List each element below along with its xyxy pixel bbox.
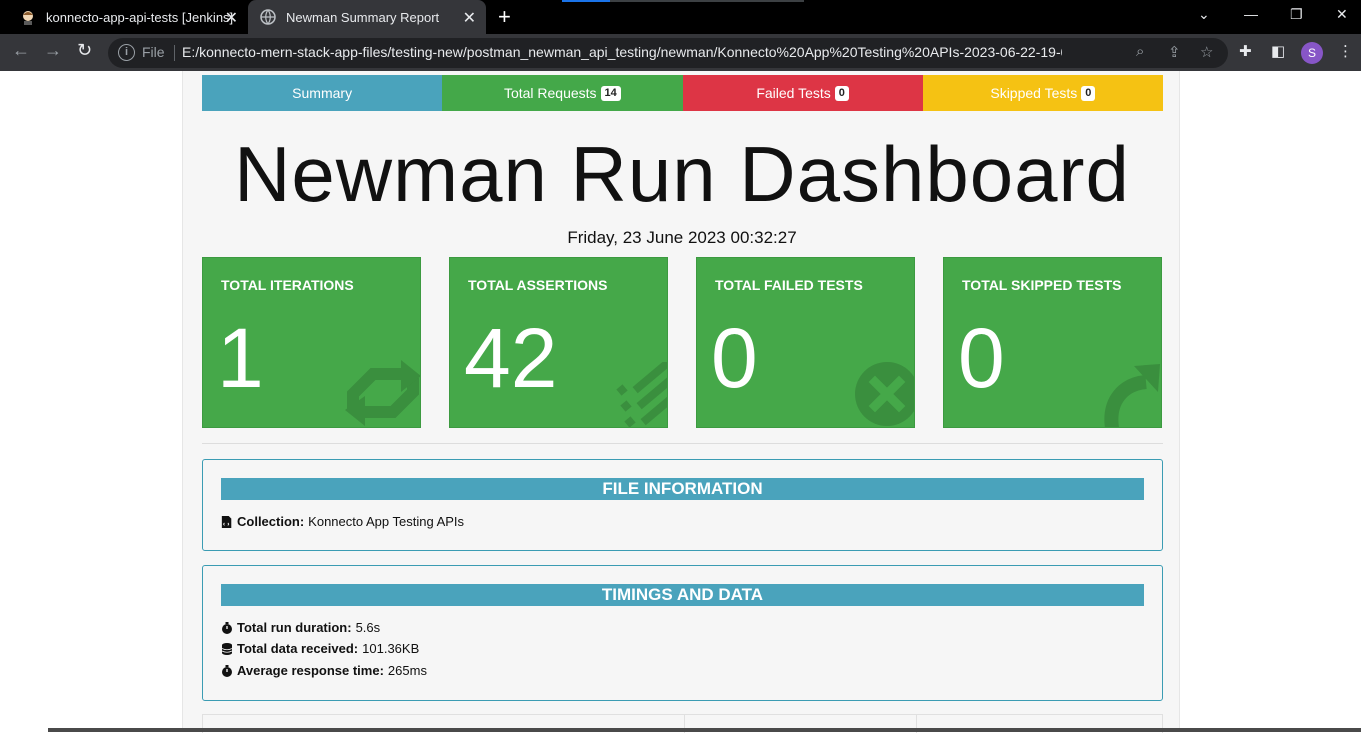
- url-scheme: File: [142, 44, 165, 60]
- reload-button[interactable]: ↻: [77, 40, 92, 61]
- menu-icon[interactable]: ⋮: [1338, 42, 1353, 60]
- url-text[interactable]: E:/konnecto-mern-stack-app-files/testing…: [182, 44, 1062, 60]
- timing-label: Total run duration:: [237, 620, 352, 635]
- close-tab-icon[interactable]: ✕: [225, 8, 238, 28]
- zoom-icon[interactable]: ⌕: [1136, 43, 1144, 60]
- close-tab-icon[interactable]: ✕: [463, 8, 476, 28]
- collection-label: Collection:: [237, 514, 305, 529]
- tab-total-requests-label: Total Requests: [503, 85, 597, 101]
- tab-failed-tests[interactable]: Failed Tests 0: [682, 75, 923, 111]
- timing-value: 5.6s: [355, 620, 381, 635]
- tab-divider: [610, 0, 804, 2]
- back-button[interactable]: ←: [12, 40, 30, 61]
- run-date: Friday, 23 June 2023 00:32:27: [567, 228, 797, 247]
- timing-value: 101.36KB: [362, 641, 420, 656]
- tab-failed-tests-label: Failed Tests: [756, 85, 831, 101]
- card-label: TOTAL SKIPPED TESTS: [962, 277, 1122, 293]
- times-circle-icon: [855, 362, 914, 426]
- list-icon: [616, 362, 667, 427]
- file-information-title: FILE INFORMATION: [221, 478, 1144, 500]
- jenkins-icon: [23, 11, 33, 25]
- card-value: 42: [464, 311, 558, 405]
- card-value: 0: [711, 311, 758, 405]
- globe-icon: [260, 9, 276, 25]
- card-total-failed-tests: TOTAL FAILED TESTS 0: [696, 257, 915, 428]
- address-bar[interactable]: i File E:/konnecto-mern-stack-app-files/…: [108, 38, 1228, 68]
- timing-row: Total data received: 101.36KB: [221, 641, 419, 656]
- timing-row: Average response time: 265ms: [221, 663, 427, 678]
- collection-value: Konnecto App Testing APIs: [308, 514, 465, 529]
- omnibox-separator: [174, 45, 175, 61]
- report-container: Summary Total Requests 14 Failed Tests 0…: [182, 71, 1180, 733]
- card-label: TOTAL ITERATIONS: [221, 277, 354, 293]
- tab-summary[interactable]: Summary: [202, 75, 443, 111]
- failed-tests-badge: 0: [834, 85, 849, 101]
- page-title: Newman Run Dashboard: [234, 130, 1130, 218]
- stopwatch-icon: [222, 664, 232, 677]
- file-code-icon: [221, 515, 232, 528]
- report-nav: Summary Total Requests 14 Failed Tests 0…: [202, 75, 1163, 111]
- card-total-iterations: TOTAL ITERATIONS 1: [202, 257, 421, 428]
- database-icon: [221, 642, 233, 655]
- card-label: TOTAL FAILED TESTS: [715, 277, 863, 293]
- section-divider: [202, 443, 1163, 444]
- forward-button[interactable]: →: [44, 40, 62, 61]
- profile-avatar[interactable]: S: [1301, 42, 1323, 64]
- tab-jenkins[interactable]: konnecto-app-api-tests [Jenkins] ✕: [8, 0, 248, 34]
- horizontal-scrollbar[interactable]: [48, 728, 1361, 732]
- tab-newman-report[interactable]: Newman Summary Report ✕: [248, 0, 486, 34]
- close-window-button[interactable]: ✕: [1336, 6, 1348, 23]
- tab-skipped-tests-label: Skipped Tests: [990, 85, 1078, 101]
- timing-row: Total run duration: 5.6s: [221, 620, 380, 635]
- file-information-panel: FILE INFORMATION Collection: Konnecto Ap…: [202, 459, 1163, 551]
- card-total-assertions: TOTAL ASSERTIONS 42: [449, 257, 668, 428]
- total-requests-badge: 14: [600, 85, 621, 101]
- minimize-button[interactable]: —: [1244, 6, 1258, 22]
- tab-summary-label: Summary: [292, 85, 353, 101]
- share-icon: [1104, 364, 1160, 427]
- tab-search-icon[interactable]: ⌄: [1198, 6, 1210, 23]
- card-value: 1: [217, 311, 264, 405]
- restore-button[interactable]: ❐: [1290, 6, 1303, 23]
- site-info-icon[interactable]: i: [118, 44, 135, 61]
- extensions-icon[interactable]: ✚: [1239, 42, 1252, 60]
- skipped-tests-badge: 0: [1081, 85, 1096, 101]
- page-viewport: Summary Total Requests 14 Failed Tests 0…: [0, 71, 1361, 733]
- side-panel-icon[interactable]: ◧: [1271, 42, 1285, 60]
- card-label: TOTAL ASSERTIONS: [468, 277, 608, 293]
- bookmark-star-icon[interactable]: ☆: [1200, 43, 1213, 61]
- card-value: 0: [958, 311, 1005, 405]
- new-tab-button[interactable]: +: [498, 4, 511, 30]
- tab-indicator: [562, 0, 610, 2]
- timing-label: Total data received:: [237, 641, 359, 656]
- retweet-icon: [345, 360, 420, 426]
- timing-label: Average response time:: [237, 663, 384, 678]
- share-icon[interactable]: ⇪: [1168, 43, 1181, 61]
- timings-panel: TIMINGS AND DATA Total run duration: 5.6…: [202, 565, 1163, 701]
- tab-title: Newman Summary Report: [286, 9, 440, 25]
- card-total-skipped-tests: TOTAL SKIPPED TESTS 0: [943, 257, 1162, 428]
- tab-title: konnecto-app-api-tests [Jenkins]: [46, 9, 234, 25]
- collection-row: Collection: Konnecto App Testing APIs: [221, 514, 464, 529]
- timing-value: 265ms: [387, 663, 427, 678]
- timings-title: TIMINGS AND DATA: [221, 584, 1144, 606]
- tab-skipped-tests[interactable]: Skipped Tests 0: [922, 75, 1163, 111]
- browser-toolbar: ← → ↻ i File E:/konnecto-mern-stack-app-…: [0, 34, 1361, 71]
- browser-tabstrip: konnecto-app-api-tests [Jenkins] ✕ Newma…: [0, 0, 1361, 34]
- stopwatch-icon: [222, 621, 232, 634]
- tab-total-requests[interactable]: Total Requests 14: [442, 75, 683, 111]
